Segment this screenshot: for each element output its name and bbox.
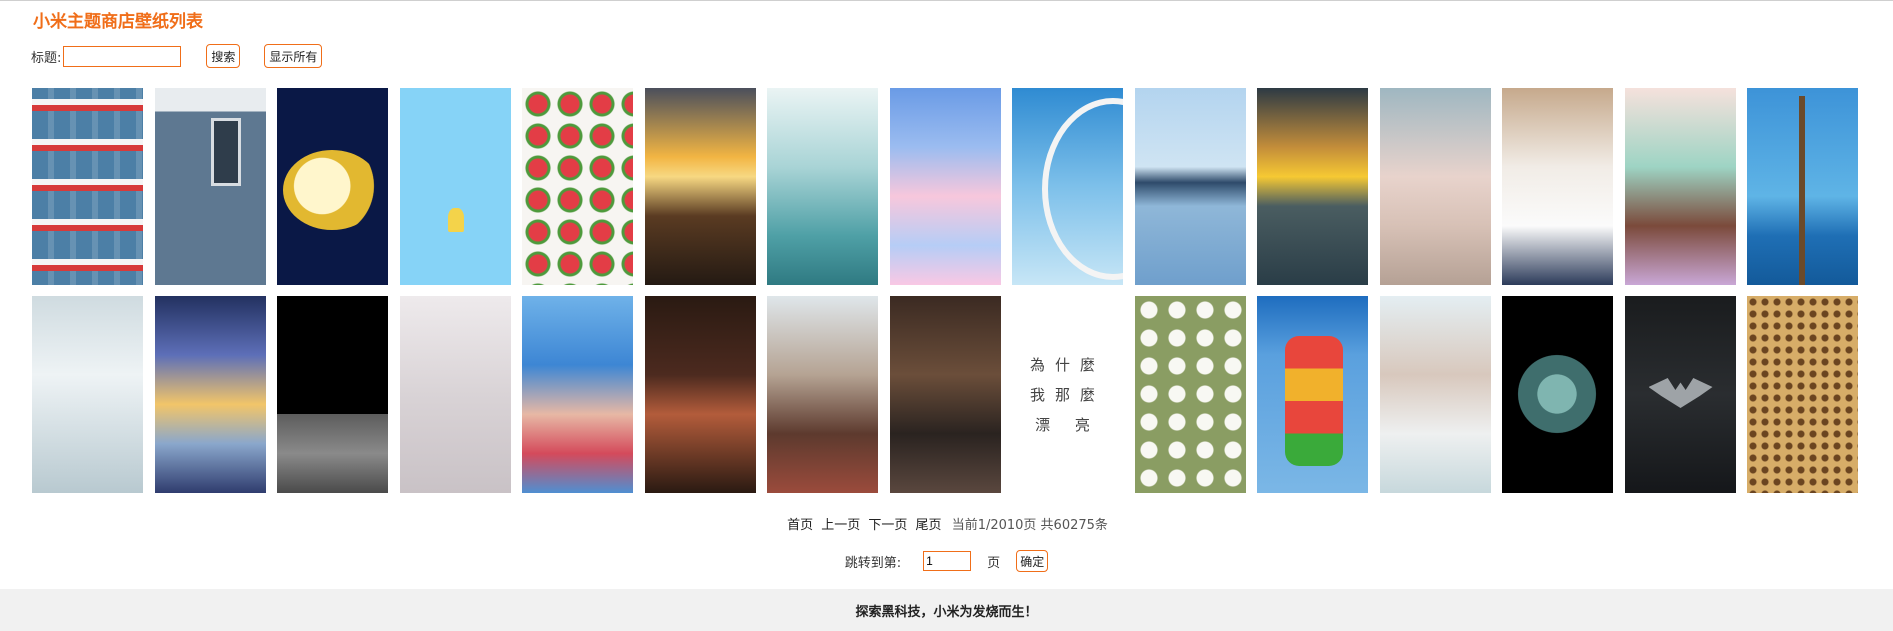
jump-unit: 页 — [987, 555, 1001, 571]
wallpaper-pink-cloud[interactable] — [889, 88, 1001, 285]
wallpaper-bike-sunset-illustration[interactable] — [154, 296, 266, 493]
wallpaper-girl-portrait[interactable] — [1379, 88, 1491, 285]
wallpaper-candy-stack[interactable] — [1257, 296, 1368, 493]
wallpaper-misty-forest[interactable] — [767, 88, 878, 285]
wallpaper-lion-art[interactable] — [1502, 296, 1613, 493]
wallpaper-white-stockings[interactable] — [399, 296, 511, 493]
wallpaper-moon-astronaut[interactable] — [277, 296, 388, 493]
search-button[interactable]: 搜索 — [206, 44, 241, 68]
wallpaper-street-girl[interactable] — [889, 296, 1001, 493]
page-title: 小米主题商店壁纸列表 — [33, 12, 203, 32]
wallpaper-sunset-wave[interactable] — [1257, 88, 1368, 285]
search-label: 标题: — [31, 50, 62, 66]
wallpaper-woman-pose[interactable] — [644, 296, 756, 493]
wallpaper-anime-girl[interactable] — [1624, 88, 1736, 285]
wallpaper-pattern-boats[interactable] — [32, 88, 143, 285]
prev-page-link[interactable]: 上一页 — [821, 518, 860, 533]
wallpaper-two-girls[interactable] — [1379, 296, 1491, 493]
wallpaper-bamboo-leaves[interactable] — [32, 296, 143, 493]
wallpaper-grid: 為什麼 我那麼 漂 亮 — [32, 88, 1858, 493]
wallpaper-watermelon-pattern[interactable] — [522, 88, 633, 285]
calligraphy-line-1: 為什麼 — [1029, 355, 1105, 374]
jump-label: 跳转到第: — [844, 555, 902, 571]
wallpaper-blue-sky-mascot[interactable] — [399, 88, 511, 285]
wallpaper-leopard-texture[interactable] — [1747, 296, 1858, 493]
next-page-link[interactable]: 下一页 — [868, 518, 907, 533]
jump-page-input[interactable] — [923, 551, 972, 571]
footer: 探索黑科技，小米为发烧而生！ — [0, 589, 1893, 631]
wallpaper-friends-party[interactable] — [767, 296, 878, 493]
wallpaper-cat-in-uniform[interactable] — [1502, 88, 1613, 285]
page-info: 当前1/2010页 共60275条 — [951, 518, 1108, 533]
last-page-link[interactable]: 尾页 — [916, 518, 942, 533]
wallpaper-building-bicycle[interactable] — [154, 88, 266, 285]
first-page-link[interactable]: 首页 — [787, 518, 813, 533]
wallpaper-ferris-wheel[interactable] — [1012, 88, 1123, 285]
footer-slogan: 探索黑科技，小米为发烧而生！ — [855, 604, 1038, 620]
wallpaper-batman-logo[interactable] — [1624, 296, 1736, 493]
wallpaper-jinx-anime[interactable] — [522, 296, 633, 493]
wallpaper-white-flowers[interactable] — [1134, 296, 1246, 493]
wallpaper-sign-post[interactable] — [1747, 88, 1858, 285]
show-all-button[interactable]: 显示所有 — [264, 44, 323, 68]
calligraphy-line-2: 我那麼 — [1029, 385, 1105, 404]
calligraphy-line-3: 漂 亮 — [1035, 415, 1100, 434]
search-input[interactable] — [63, 45, 182, 67]
confirm-button[interactable]: 确定 — [1016, 550, 1049, 572]
wallpaper-mountain-lake[interactable] — [1134, 88, 1246, 285]
page-jump: 跳转到第: 页 确定 — [0, 550, 1893, 572]
wallpaper-golden-moon[interactable] — [277, 88, 388, 285]
wallpaper-calligraphy-text[interactable]: 為什麼 我那麼 漂 亮 — [1012, 296, 1123, 493]
pagination: 首页 上一页 下一页 尾页 当前1/2010页 共60275条 — [0, 514, 1893, 533]
search-bar: 标题: 搜索 显示所有 — [31, 43, 323, 69]
wallpaper-sunset-mountain[interactable] — [644, 88, 756, 285]
